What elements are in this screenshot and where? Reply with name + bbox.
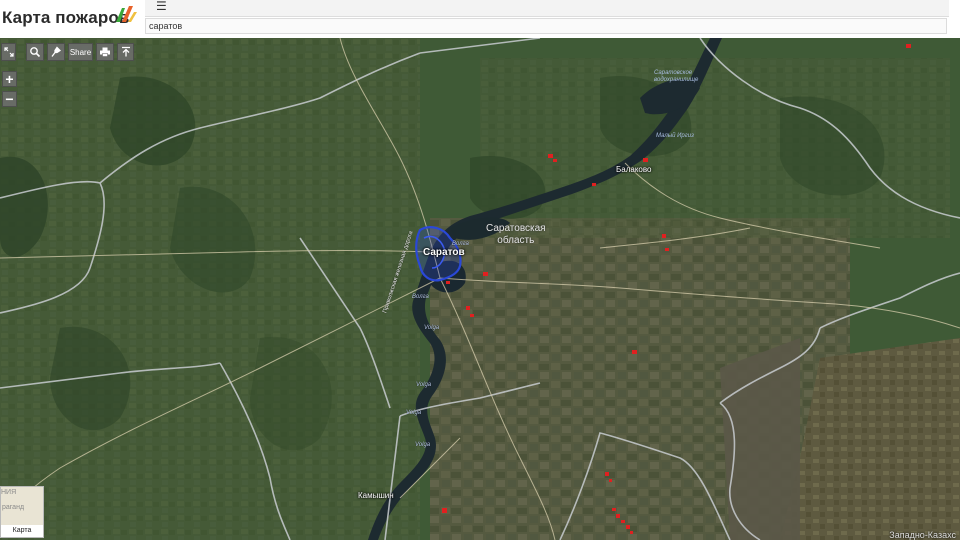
pin-icon (51, 46, 61, 57)
upload-icon (121, 46, 130, 57)
river-label-volga-3: Volga (416, 382, 432, 388)
river-label-volga-4: Volga (406, 410, 422, 416)
river-label-volga-1: Волга (412, 294, 429, 300)
satellite-imagery (0, 38, 960, 540)
print-button[interactable] (96, 43, 114, 61)
app-title: Карта пожаров (2, 8, 130, 27)
search-input[interactable] (145, 18, 947, 34)
fullscreen-button[interactable] (1, 43, 16, 61)
zoom-out-button[interactable]: − (2, 91, 17, 107)
watermark: www.vzsar.ru (951, 260, 960, 540)
minimap[interactable]: НИЯ раганд Карта (0, 486, 44, 538)
map-attribution: Западно-Казахс (889, 530, 956, 540)
river-label-irgiz: Малый Иргиз (656, 133, 694, 139)
share-button[interactable]: Share (68, 43, 93, 61)
city-label-saratov[interactable]: Саратов (423, 247, 465, 258)
minimap-region-text: НИЯ (1, 489, 17, 496)
river-label-volga-2: Volga (424, 325, 440, 331)
fullscreen-icon (3, 47, 14, 57)
fire-logo-icon (116, 6, 137, 22)
app-header: Карта пожаров ☰ (0, 0, 960, 39)
zoom-in-button[interactable]: + (2, 71, 17, 87)
upload-button[interactable] (117, 43, 134, 61)
minimap-label[interactable]: Карта (1, 525, 43, 537)
map-view[interactable]: Саратов Волга Саратовская область Балако… (0, 38, 960, 540)
river-label-volga: Волга (452, 241, 469, 247)
search-button[interactable] (26, 43, 44, 61)
city-label-kamyshin[interactable]: Камышин (358, 491, 394, 500)
region-label: Саратовская область (486, 223, 546, 246)
reservoir-label: Саратовское водохранилище (654, 70, 699, 83)
search-icon (30, 47, 41, 58)
hamburger-menu-icon[interactable]: ☰ (156, 0, 167, 13)
minimap-city-text: раганд (2, 504, 25, 511)
river-label-volga-5: Volga (415, 442, 431, 448)
print-icon (100, 47, 110, 57)
menu-bar: ☰ (145, 0, 949, 17)
city-label-balakovo[interactable]: Балаково (616, 165, 651, 174)
pin-button[interactable] (47, 43, 65, 61)
